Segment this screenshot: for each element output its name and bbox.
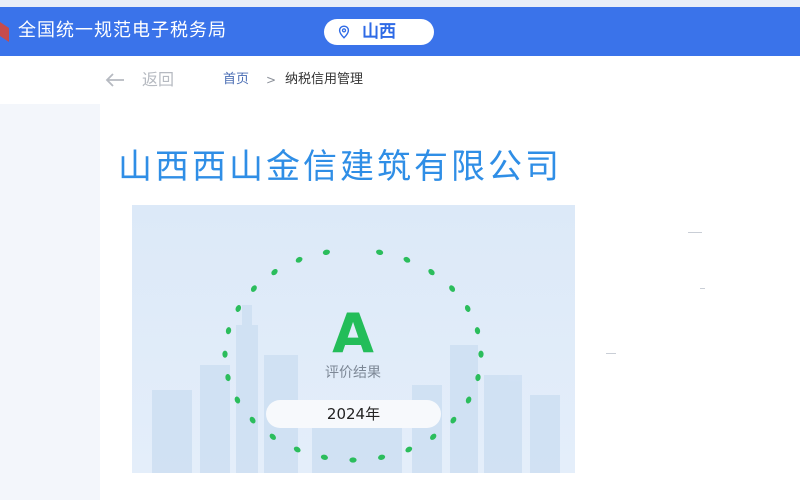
gauge-dot [475, 374, 481, 382]
gauge-dot [464, 305, 471, 312]
gauge-dot [430, 433, 437, 440]
gauge-dot [222, 350, 228, 358]
gauge-dot [378, 454, 386, 460]
gauge-dot [428, 268, 435, 276]
back-label: 返回 [142, 70, 175, 89]
credit-rating-card: A 评价结果 2024年 [132, 205, 575, 473]
gauge-dot [349, 457, 357, 463]
rating-year: 2024年 [266, 400, 441, 428]
gauge-dot [225, 327, 232, 335]
gauge-dot [235, 305, 242, 312]
header-top-strip [0, 0, 800, 7]
gauge-dot [293, 446, 301, 453]
company-name: 山西西山金信建筑有限公司 [118, 147, 562, 187]
breadcrumb-current: 纳税信用管理 [285, 72, 364, 87]
gauge-dot [449, 285, 456, 292]
header-bar: 全国统一规范电子税务局 山西 [0, 0, 800, 56]
gauge-dot [271, 268, 278, 276]
arrow-left-icon [105, 73, 124, 87]
sidebar [0, 104, 100, 500]
gauge-dot [474, 327, 481, 335]
rating-caption: 评价结果 [325, 365, 381, 381]
gauge-dot [403, 256, 411, 263]
gauge-dot [225, 374, 231, 382]
gauge-dot [295, 256, 303, 263]
location-pin-icon [338, 25, 350, 39]
gauge-dot [450, 416, 457, 424]
gauge-dot [322, 249, 330, 255]
gauge-dot [478, 350, 484, 358]
breadcrumb-home-link[interactable]: 首页 [223, 70, 249, 90]
emblem-logo [0, 22, 9, 42]
gauge-dot [269, 433, 276, 440]
gauge-dot [405, 446, 413, 453]
region-selector[interactable]: 山西 [324, 19, 434, 45]
decorative-tick [688, 232, 702, 233]
gauge-dot [234, 396, 241, 404]
breadcrumb-separator: > [266, 73, 277, 87]
decorative-tick [700, 288, 705, 289]
gauge-dot [320, 454, 328, 460]
gauge-dot [465, 396, 472, 404]
site-title: 全国统一规范电子税务局 [18, 20, 227, 41]
gauge-dot [249, 416, 256, 424]
rating-grade: A [332, 302, 374, 365]
gauge-dot [250, 285, 257, 292]
decorative-tick [606, 353, 616, 354]
region-name: 山西 [362, 22, 396, 42]
gauge-dot [376, 249, 384, 255]
